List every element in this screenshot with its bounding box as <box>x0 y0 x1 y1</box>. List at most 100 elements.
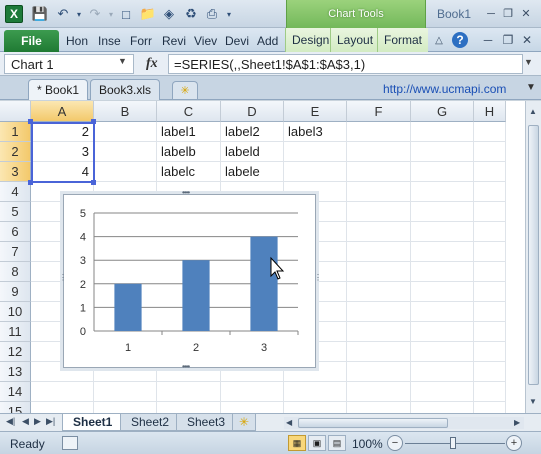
tab-view[interactable]: Viev <box>194 34 217 48</box>
tab-design[interactable]: Design <box>285 28 336 52</box>
bar-1[interactable] <box>114 283 142 331</box>
cell-f4[interactable] <box>347 182 411 202</box>
chart-wizard-icon[interactable]: ◈ <box>160 5 178 23</box>
cell-f14[interactable] <box>347 382 411 402</box>
expand-formula-icon[interactable]: ▼ <box>524 57 533 67</box>
y-tick-label[interactable]: 1 <box>80 302 86 314</box>
x-tick-label[interactable]: 2 <box>193 342 199 354</box>
save-icon[interactable]: 💾 <box>31 5 49 23</box>
scroll-up-icon[interactable]: ▲ <box>529 107 537 116</box>
cell-f1[interactable] <box>347 122 411 142</box>
cell-b2[interactable] <box>94 142 157 162</box>
cell-g7[interactable] <box>411 242 474 262</box>
row-header-10[interactable]: 10 <box>0 302 31 322</box>
zoom-slider-thumb[interactable] <box>450 437 456 449</box>
page-layout-view-icon[interactable]: ▣ <box>308 435 326 451</box>
cell-c2[interactable]: labelb <box>157 142 221 162</box>
row-header-6[interactable]: 6 <box>0 222 31 242</box>
cell-h13[interactable] <box>474 362 506 382</box>
previous-sheet-icon[interactable]: ◀ <box>22 416 29 427</box>
row-header-2[interactable]: 2 <box>0 142 31 162</box>
cell-c14[interactable] <box>157 382 221 402</box>
open-folder-icon[interactable]: 📁 <box>139 5 157 23</box>
cell-h8[interactable] <box>474 262 506 282</box>
cell-h14[interactable] <box>474 382 506 402</box>
horizontal-scroll-thumb[interactable] <box>298 418 448 428</box>
cell-g13[interactable] <box>411 362 474 382</box>
chart-resize-handle-top[interactable]: •••• <box>182 188 190 197</box>
y-tick-label[interactable]: 5 <box>80 208 86 220</box>
chart-object[interactable]: •••• •••• ⋮ ⋮ 0 1 2 3 4 5 1 2 3 <box>59 188 322 371</box>
column-header-c[interactable]: C <box>157 101 221 122</box>
cell-g3[interactable] <box>411 162 474 182</box>
cell-f13[interactable] <box>347 362 411 382</box>
select-all-corner[interactable] <box>0 101 31 122</box>
row-header-3[interactable]: 3 <box>0 162 31 182</box>
cell-h11[interactable] <box>474 322 506 342</box>
y-tick-label[interactable]: 4 <box>80 232 86 244</box>
cell-a1[interactable]: 2 <box>31 122 94 142</box>
tab-list-dropdown-icon[interactable]: ▼ <box>526 82 536 93</box>
cell-g1[interactable] <box>411 122 474 142</box>
cell-g14[interactable] <box>411 382 474 402</box>
cell-h15[interactable] <box>474 402 506 413</box>
cell-g10[interactable] <box>411 302 474 322</box>
restore-icon[interactable]: ❐ <box>500 6 516 21</box>
row-header-11[interactable]: 11 <box>0 322 31 342</box>
cell-d14[interactable] <box>221 382 284 402</box>
horizontal-scrollbar[interactable]: ◀ ▶ <box>284 417 524 429</box>
column-header-b[interactable]: B <box>94 101 157 122</box>
tab-developer[interactable]: Devi <box>225 34 249 48</box>
cell-d1[interactable]: label2 <box>221 122 284 142</box>
row-header-4[interactable]: 4 <box>0 182 31 202</box>
column-header-e[interactable]: E <box>284 101 347 122</box>
cell-g2[interactable] <box>411 142 474 162</box>
scroll-down-icon[interactable]: ▼ <box>529 397 537 406</box>
file-tab[interactable]: File <box>4 30 59 52</box>
cell-b15[interactable] <box>94 402 157 413</box>
last-sheet-icon[interactable]: ▶| <box>46 416 55 427</box>
cell-f10[interactable] <box>347 302 411 322</box>
insert-function-icon[interactable]: fx <box>146 56 158 72</box>
cell-h5[interactable] <box>474 202 506 222</box>
first-sheet-icon[interactable]: ◀| <box>6 416 15 427</box>
x-tick-label[interactable]: 3 <box>261 342 267 354</box>
column-header-d[interactable]: D <box>221 101 284 122</box>
scroll-left-icon[interactable]: ◀ <box>286 418 292 427</box>
cell-h12[interactable] <box>474 342 506 362</box>
cell-c1[interactable]: label1 <box>157 122 221 142</box>
chart-resize-handle-bottom[interactable]: •••• <box>182 362 190 371</box>
selection-handle[interactable] <box>91 180 96 185</box>
cell-f8[interactable] <box>347 262 411 282</box>
cell-e3[interactable] <box>284 162 347 182</box>
cell-h10[interactable] <box>474 302 506 322</box>
cell-h4[interactable] <box>474 182 506 202</box>
cell-f15[interactable] <box>347 402 411 413</box>
cell-h1[interactable] <box>474 122 506 142</box>
y-tick-label[interactable]: 3 <box>80 255 86 267</box>
column-header-g[interactable]: G <box>411 101 474 122</box>
row-header-12[interactable]: 12 <box>0 342 31 362</box>
x-tick-label[interactable]: 1 <box>125 342 131 354</box>
workbook-tab-book1[interactable]: * Book1 <box>28 79 89 100</box>
cell-g15[interactable] <box>411 402 474 413</box>
vertical-scroll-thumb[interactable] <box>528 125 539 385</box>
window-restore-icon[interactable]: ❐ <box>500 32 516 48</box>
cell-c15[interactable] <box>157 402 221 413</box>
cell-g12[interactable] <box>411 342 474 362</box>
name-box[interactable]: Chart 1 <box>4 54 134 74</box>
row-header-9[interactable]: 9 <box>0 282 31 302</box>
tab-insert[interactable]: Inse <box>98 34 121 48</box>
tab-add-ins[interactable]: Add <box>257 34 278 48</box>
row-header-5[interactable]: 5 <box>0 202 31 222</box>
column-header-h[interactable]: H <box>474 101 506 122</box>
row-header-13[interactable]: 13 <box>0 362 31 382</box>
help-icon[interactable]: ? <box>452 32 468 48</box>
cell-a3[interactable]: 4 <box>31 162 94 182</box>
cell-f5[interactable] <box>347 202 411 222</box>
selection-handle[interactable] <box>28 119 33 124</box>
cell-f9[interactable] <box>347 282 411 302</box>
column-header-a[interactable]: A <box>31 101 94 122</box>
cell-e15[interactable] <box>284 402 347 413</box>
cell-b3[interactable] <box>94 162 157 182</box>
